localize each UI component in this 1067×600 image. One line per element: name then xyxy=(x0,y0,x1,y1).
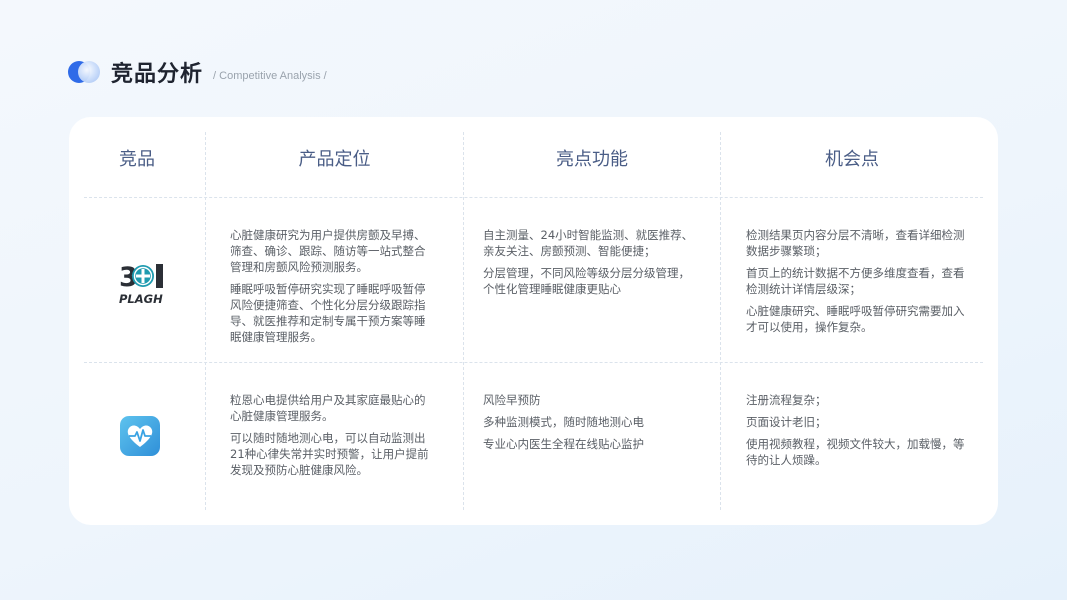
column-header-positioning: 产品定位 xyxy=(298,149,371,170)
title-decoration-icon xyxy=(68,61,102,83)
heart-pulse-app-icon xyxy=(120,416,160,456)
opportunity-text: 检测结果页内容分层不清晰，查看详细检测数据步骤繁琐； xyxy=(746,228,965,258)
positioning-cell: 心脏健康研究为用户提供房颤及早搏、筛查、确诊、跟踪、随访等一站式整合管理和房颤风… xyxy=(230,227,435,351)
opportunity-text: 心脏健康研究、睡眠呼吸暂停研究需要加入才可以使用，操作复杂。 xyxy=(746,304,965,334)
highlight-text: 风险早预防 xyxy=(483,393,541,407)
opportunities-cell: 检测结果页内容分层不清晰，查看详细检测数据步骤繁琐； 首页上的统计数据不方便多维… xyxy=(746,227,966,341)
column-divider xyxy=(463,132,464,510)
positioning-text: 睡眠呼吸暂停研究实现了睡眠呼吸暂停风险便捷筛查、个性化分层分级跟踪指导、就医推荐… xyxy=(230,282,426,344)
positioning-cell: 粒恩心电提供给用户及其家庭最贴心的心脏健康管理服务。 可以随时随地测心电，可以自… xyxy=(230,392,435,484)
page-header: 竞品分析 / Competitive Analysis / xyxy=(68,58,327,87)
column-divider xyxy=(720,132,721,510)
column-divider xyxy=(205,132,206,510)
opportunities-cell: 注册流程复杂； 页面设计老旧； 使用视频教程，视频文件较大，加载慢，等待的让人烦… xyxy=(746,392,966,474)
highlights-cell: 风险早预防 多种监测模式，随时随地测心电 专业心内医生全程在线贴心监护 xyxy=(483,392,701,458)
opportunity-text: 首页上的统计数据不方便多维度查看，查看检测统计详情层级深； xyxy=(746,266,965,296)
positioning-text: 可以随时随地测心电，可以自动监测出21种心律失常并实时预警，让用户提前发现及预防… xyxy=(230,431,429,477)
column-header-opportunities: 机会点 xyxy=(825,149,879,170)
row-divider xyxy=(84,197,983,198)
highlight-text: 分层管理，不同风险等级分层分级管理，个性化管理睡眠健康更贴心 xyxy=(483,266,690,296)
comparison-table: 竞品 产品定位 亮点功能 机会点 3 PLAGH 心脏健康研究为用户提供房颤及早… xyxy=(69,117,998,525)
page-title: 竞品分析 xyxy=(111,62,204,87)
plagh-logo-icon: 3 PLAGH xyxy=(119,260,165,306)
highlight-text: 自主测量、24小时智能监测、就医推荐、亲友关注、房颤预测、智能便捷； xyxy=(483,228,694,258)
highlight-text: 专业心内医生全程在线贴心监护 xyxy=(483,437,644,451)
positioning-text: 粒恩心电提供给用户及其家庭最贴心的心脏健康管理服务。 xyxy=(230,393,426,423)
opportunity-text: 使用视频教程，视频文件较大，加载慢，等待的让人烦躁。 xyxy=(746,437,965,467)
svg-text:PLAGH: PLAGH xyxy=(119,292,163,306)
column-header-highlights: 亮点功能 xyxy=(556,149,628,170)
row-divider xyxy=(84,362,983,363)
page-subtitle: / Competitive Analysis / xyxy=(213,70,327,82)
highlight-text: 多种监测模式，随时随地测心电 xyxy=(483,415,644,429)
opportunity-text: 页面设计老旧； xyxy=(746,415,827,429)
opportunity-text: 注册流程复杂； xyxy=(746,393,827,407)
highlights-cell: 自主测量、24小时智能监测、就医推荐、亲友关注、房颤预测、智能便捷； 分层管理，… xyxy=(483,227,701,303)
positioning-text: 心脏健康研究为用户提供房颤及早搏、筛查、确诊、跟踪、随访等一站式整合管理和房颤风… xyxy=(230,228,426,274)
column-header-competitor: 竞品 xyxy=(119,149,155,170)
